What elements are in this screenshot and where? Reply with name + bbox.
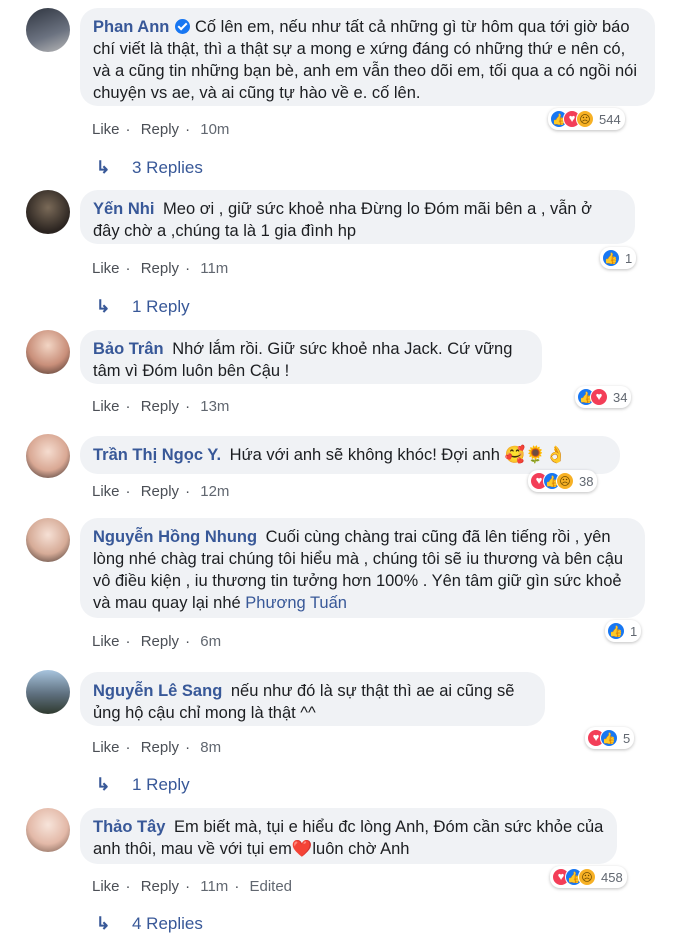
comment-actions: Like · Reply · 11m bbox=[92, 260, 229, 277]
like-reaction-icon: 👍 bbox=[600, 729, 618, 747]
comment-text: Hứa với anh sẽ không khóc! Đợi anh 🥰🌻👌 bbox=[229, 446, 567, 464]
comment-bubble: Nguyễn Lê Sang nếu như đó là sự thật thì… bbox=[80, 672, 545, 726]
comment-time[interactable]: 13m bbox=[200, 398, 229, 415]
like-button[interactable]: Like bbox=[92, 398, 120, 415]
comment-time[interactable]: 10m bbox=[200, 121, 229, 138]
reaction-summary[interactable]: 👍 ♥ 34 bbox=[575, 386, 632, 408]
reply-button[interactable]: Reply bbox=[141, 739, 179, 756]
reply-button[interactable]: Reply bbox=[141, 260, 179, 277]
like-button[interactable]: Like bbox=[92, 260, 120, 277]
reply-arrow-icon: ↳ bbox=[96, 158, 111, 177]
comment-actions: Like · Reply · 11m · Edited bbox=[92, 878, 293, 895]
avatar[interactable] bbox=[26, 330, 70, 374]
view-replies-link[interactable]: ↳ 1 Reply bbox=[96, 297, 190, 317]
reaction-summary[interactable]: 👍 1 bbox=[600, 247, 637, 269]
reaction-summary[interactable]: ♥ 👍 ☹ 458 bbox=[550, 866, 627, 888]
comment-time[interactable]: 11m bbox=[200, 878, 228, 895]
comment-text: Cố lên em, nếu như tất cả những gì từ hô… bbox=[93, 18, 638, 102]
reply-button[interactable]: Reply bbox=[141, 878, 179, 895]
sad-reaction-icon: ☹ bbox=[556, 472, 574, 490]
reply-button[interactable]: Reply bbox=[141, 398, 179, 415]
love-reaction-icon: ♥ bbox=[590, 388, 608, 406]
avatar[interactable] bbox=[26, 190, 70, 234]
comment-bubble: Yến Nhi Meo ơi , giữ sức khoẻ nha Đừng l… bbox=[80, 190, 635, 244]
reaction-summary[interactable]: ♥ 👍 5 bbox=[585, 727, 635, 749]
reply-button[interactable]: Reply bbox=[141, 483, 179, 500]
reaction-count: 1 bbox=[630, 623, 638, 639]
reaction-count: 1 bbox=[625, 250, 633, 266]
avatar[interactable] bbox=[26, 518, 70, 562]
avatar[interactable] bbox=[26, 808, 70, 852]
reply-arrow-icon: ↳ bbox=[96, 914, 111, 933]
comment-bubble: Bảo Trân Nhớ lắm rồi. Giữ sức khoẻ nha J… bbox=[80, 330, 542, 384]
reaction-summary[interactable]: 👍 1 bbox=[605, 620, 642, 642]
view-replies-link[interactable]: ↳ 4 Replies bbox=[96, 914, 203, 934]
reaction-summary[interactable]: ♥ 👍 ☹ 38 bbox=[528, 470, 598, 492]
comment-time[interactable]: 8m bbox=[200, 739, 221, 756]
avatar[interactable] bbox=[26, 8, 70, 52]
like-button[interactable]: Like bbox=[92, 483, 120, 500]
comment-author[interactable]: Phan Ann bbox=[93, 18, 169, 36]
sad-reaction-icon: ☹ bbox=[578, 868, 596, 886]
comment-time[interactable]: 11m bbox=[200, 260, 228, 277]
edited-label[interactable]: Edited bbox=[249, 878, 292, 895]
reaction-count: 458 bbox=[601, 869, 623, 885]
reply-arrow-icon: ↳ bbox=[96, 297, 111, 316]
reaction-summary[interactable]: 👍 ♥ ☹ 544 bbox=[548, 108, 625, 130]
reaction-count: 5 bbox=[623, 730, 631, 746]
comment-author[interactable]: Trần Thị Ngọc Y. bbox=[93, 446, 221, 464]
comment-bubble: Trần Thị Ngọc Y. Hứa với anh sẽ không kh… bbox=[80, 436, 620, 474]
like-button[interactable]: Like bbox=[92, 633, 120, 650]
comment-actions: Like · Reply · 13m bbox=[92, 398, 230, 415]
view-replies-link[interactable]: ↳ 1 Reply bbox=[96, 775, 190, 795]
reply-button[interactable]: Reply bbox=[141, 633, 179, 650]
comment-time[interactable]: 12m bbox=[200, 483, 229, 500]
like-button[interactable]: Like bbox=[92, 878, 120, 895]
comment-bubble: Nguyễn Hồng Nhung Cuối cùng chàng trai c… bbox=[80, 518, 645, 618]
sad-reaction-icon: ☹ bbox=[576, 110, 594, 128]
avatar[interactable] bbox=[26, 434, 70, 478]
view-replies-link[interactable]: ↳ 3 Replies bbox=[96, 158, 203, 178]
reaction-count: 544 bbox=[599, 111, 621, 127]
comment-author[interactable]: Nguyễn Hồng Nhung bbox=[93, 528, 257, 546]
comment-text: Em biết mà, tụi e hiểu đc lòng Anh, Đóm … bbox=[93, 818, 604, 858]
comment-author[interactable]: Yến Nhi bbox=[93, 200, 154, 218]
comment-time[interactable]: 6m bbox=[200, 633, 221, 650]
comment-author[interactable]: Thảo Tây bbox=[93, 818, 165, 836]
comment-actions: Like · Reply · 12m bbox=[92, 483, 230, 500]
comment-actions: Like · Reply · 8m bbox=[92, 739, 222, 756]
comment-bubble: Thảo Tây Em biết mà, tụi e hiểu đc lòng … bbox=[80, 808, 617, 864]
like-reaction-icon: 👍 bbox=[602, 249, 620, 267]
reply-button[interactable]: Reply bbox=[141, 121, 179, 138]
reaction-count: 34 bbox=[613, 389, 628, 405]
comment-text: Meo ơi , giữ sức khoẻ nha Đừng lo Đóm mã… bbox=[93, 200, 592, 240]
comment-bubble: Phan Ann Cố lên em, nếu như tất cả những… bbox=[80, 8, 655, 106]
reply-arrow-icon: ↳ bbox=[96, 775, 111, 794]
comment-actions: Like · Reply · 6m bbox=[92, 633, 222, 650]
comment-author[interactable]: Bảo Trân bbox=[93, 340, 164, 358]
like-reaction-icon: 👍 bbox=[607, 622, 625, 640]
like-button[interactable]: Like bbox=[92, 121, 120, 138]
comment-actions: Like · Reply · 10m bbox=[92, 121, 230, 138]
like-button[interactable]: Like bbox=[92, 739, 120, 756]
avatar[interactable] bbox=[26, 670, 70, 714]
comment-author[interactable]: Nguyễn Lê Sang bbox=[93, 682, 222, 700]
verified-check-icon bbox=[175, 19, 191, 34]
tagged-user-link[interactable]: Phương Tuấn bbox=[245, 594, 347, 612]
reaction-count: 38 bbox=[579, 473, 594, 489]
